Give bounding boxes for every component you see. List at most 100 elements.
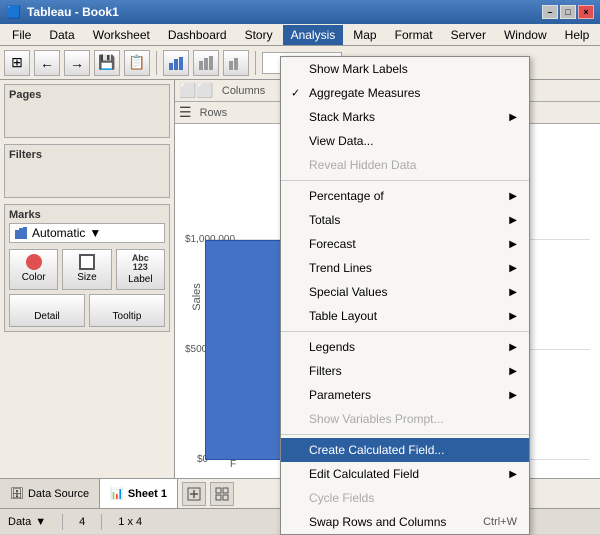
forecast-label: Forecast — [309, 237, 356, 251]
menu-file[interactable]: File — [4, 25, 39, 45]
menu-trend-lines[interactable]: Trend Lines ▶ — [281, 256, 529, 280]
menu-totals[interactable]: Totals ▶ — [281, 208, 529, 232]
data-source-tab[interactable]: 🗄 Data Source — [0, 479, 100, 508]
pages-panel: Pages — [4, 84, 170, 138]
toolbar-copy-btn[interactable]: 📋 — [124, 50, 150, 76]
menu-show-mark-labels[interactable]: Show Mark Labels — [281, 57, 529, 81]
menu-format[interactable]: Format — [387, 25, 441, 45]
x-axis-label: F — [230, 459, 236, 470]
view-data-label: View Data... — [309, 134, 373, 148]
toolbar-forward-btn[interactable]: → — [64, 50, 90, 76]
menu-filters[interactable]: Filters ▶ — [281, 359, 529, 383]
menu-view-data[interactable]: View Data... — [281, 129, 529, 153]
marks-label: Marks — [9, 209, 165, 221]
detail-button[interactable]: Detail — [9, 294, 85, 327]
toolbar-bar-btn[interactable] — [163, 50, 189, 76]
stack-marks-label: Stack Marks — [309, 110, 375, 124]
size-button[interactable]: Size — [62, 249, 111, 290]
menu-swap-rows-cols[interactable]: Swap Rows and Columns Ctrl+W — [281, 510, 529, 534]
marks-type-dropdown[interactable]: Automatic ▼ — [9, 223, 165, 243]
menu-reveal-hidden: Reveal Hidden Data — [281, 153, 529, 177]
status-sep1 — [62, 514, 63, 530]
sep3 — [281, 434, 529, 435]
y-axis-label: Sales — [191, 283, 203, 311]
parameters-label: Parameters — [309, 388, 371, 402]
restore-button[interactable]: □ — [560, 5, 576, 19]
left-panel: Pages Filters Marks Automatic ▼ Color — [0, 80, 175, 478]
tooltip-label: Tooltip — [113, 311, 142, 322]
special-values-label: Special Values — [309, 285, 388, 299]
label-label: Label — [128, 274, 152, 285]
menu-parameters[interactable]: Parameters ▶ — [281, 383, 529, 407]
menu-analysis[interactable]: Analysis — [283, 25, 344, 45]
menu-map[interactable]: Map — [345, 25, 384, 45]
swap-rows-cols-label: Swap Rows and Columns — [309, 515, 446, 529]
table-layout-label: Table Layout — [309, 309, 377, 323]
toolbar-chart2-btn[interactable] — [193, 50, 219, 76]
menu-forecast[interactable]: Forecast ▶ — [281, 232, 529, 256]
menu-window[interactable]: Window — [496, 25, 555, 45]
menu-percentage-of[interactable]: Percentage of ▶ — [281, 184, 529, 208]
marks-buttons: Color Size Abc123 Label — [9, 249, 165, 290]
trend-lines-arrow: ▶ — [509, 263, 517, 274]
menu-special-values[interactable]: Special Values ▶ — [281, 280, 529, 304]
percentage-arrow: ▶ — [509, 191, 517, 202]
menu-data[interactable]: Data — [41, 25, 82, 45]
menu-legends[interactable]: Legends ▶ — [281, 335, 529, 359]
toolbar-back-btn[interactable]: ← — [34, 50, 60, 76]
special-values-arrow: ▶ — [509, 287, 517, 298]
title-bar-controls: – □ × — [542, 5, 594, 19]
close-button[interactable]: × — [578, 5, 594, 19]
swap-rows-cols-shortcut: Ctrl+W — [483, 516, 517, 528]
marks-panel: Marks Automatic ▼ Color Size Abc123 Labe… — [4, 204, 170, 332]
menu-help[interactable]: Help — [557, 25, 598, 45]
tooltip-button[interactable]: Tooltip — [89, 294, 165, 327]
sheet1-icon: 📊 — [110, 487, 124, 500]
menu-edit-calculated-field[interactable]: Edit Calculated Field ▶ — [281, 462, 529, 486]
menu-create-calculated-field[interactable]: Create Calculated Field... — [281, 438, 529, 462]
detail-label: Detail — [34, 311, 60, 322]
marks-dropdown-arrow: ▼ — [89, 226, 101, 240]
status-sep2 — [101, 514, 102, 530]
edit-calculated-label: Edit Calculated Field — [309, 467, 419, 481]
pages-empty — [9, 103, 165, 133]
detail-icon — [39, 299, 55, 309]
menu-dashboard[interactable]: Dashboard — [160, 25, 235, 45]
toolbar-save-btn[interactable]: 💾 — [94, 50, 120, 76]
menu-cycle-fields: Cycle Fields — [281, 486, 529, 510]
menu-table-layout[interactable]: Table Layout ▶ — [281, 304, 529, 328]
reveal-hidden-label: Reveal Hidden Data — [309, 158, 416, 172]
toolbar-chart3-btn[interactable] — [223, 50, 249, 76]
toolbar-grid-btn[interactable]: ⊞ — [4, 50, 30, 76]
edit-calculated-arrow: ▶ — [509, 469, 517, 480]
rows-icon: ☰ — [179, 104, 192, 121]
new-dashboard-btn[interactable] — [210, 482, 234, 506]
menu-aggregate-measures[interactable]: ✓ Aggregate Measures — [281, 81, 529, 105]
filters-empty — [9, 163, 165, 193]
filters-panel: Filters — [4, 144, 170, 198]
status-data: Data ▼ — [8, 516, 46, 528]
size-label: Size — [77, 272, 96, 283]
menu-show-variables: Show Variables Prompt... — [281, 407, 529, 431]
sheet1-label: Sheet 1 — [128, 488, 167, 500]
status-dimensions: 1 x 4 — [118, 516, 142, 528]
minimize-button[interactable]: – — [542, 5, 558, 19]
menu-worksheet[interactable]: Worksheet — [85, 25, 158, 45]
marks-type-label: Automatic — [32, 226, 85, 240]
totals-label: Totals — [309, 213, 340, 227]
menu-stack-marks[interactable]: Stack Marks ▶ — [281, 105, 529, 129]
toolbar-sep2 — [255, 51, 256, 75]
menu-server[interactable]: Server — [443, 25, 494, 45]
stack-marks-arrow: ▶ — [509, 112, 517, 123]
aggregate-check: ✓ — [291, 87, 300, 100]
new-sheet-btn[interactable] — [182, 482, 206, 506]
menu-story[interactable]: Story — [237, 25, 281, 45]
title-bar: 🟦 Tableau - Book1 – □ × — [0, 0, 600, 24]
color-button[interactable]: Color — [9, 249, 58, 290]
toolbar-sep1 — [156, 51, 157, 75]
bar-chart — [205, 240, 285, 460]
label-button[interactable]: Abc123 Label — [116, 249, 165, 290]
sheet1-tab[interactable]: 📊 Sheet 1 — [100, 479, 178, 508]
parameters-arrow: ▶ — [509, 390, 517, 401]
columns-icon: ⬜⬜ — [179, 82, 214, 99]
